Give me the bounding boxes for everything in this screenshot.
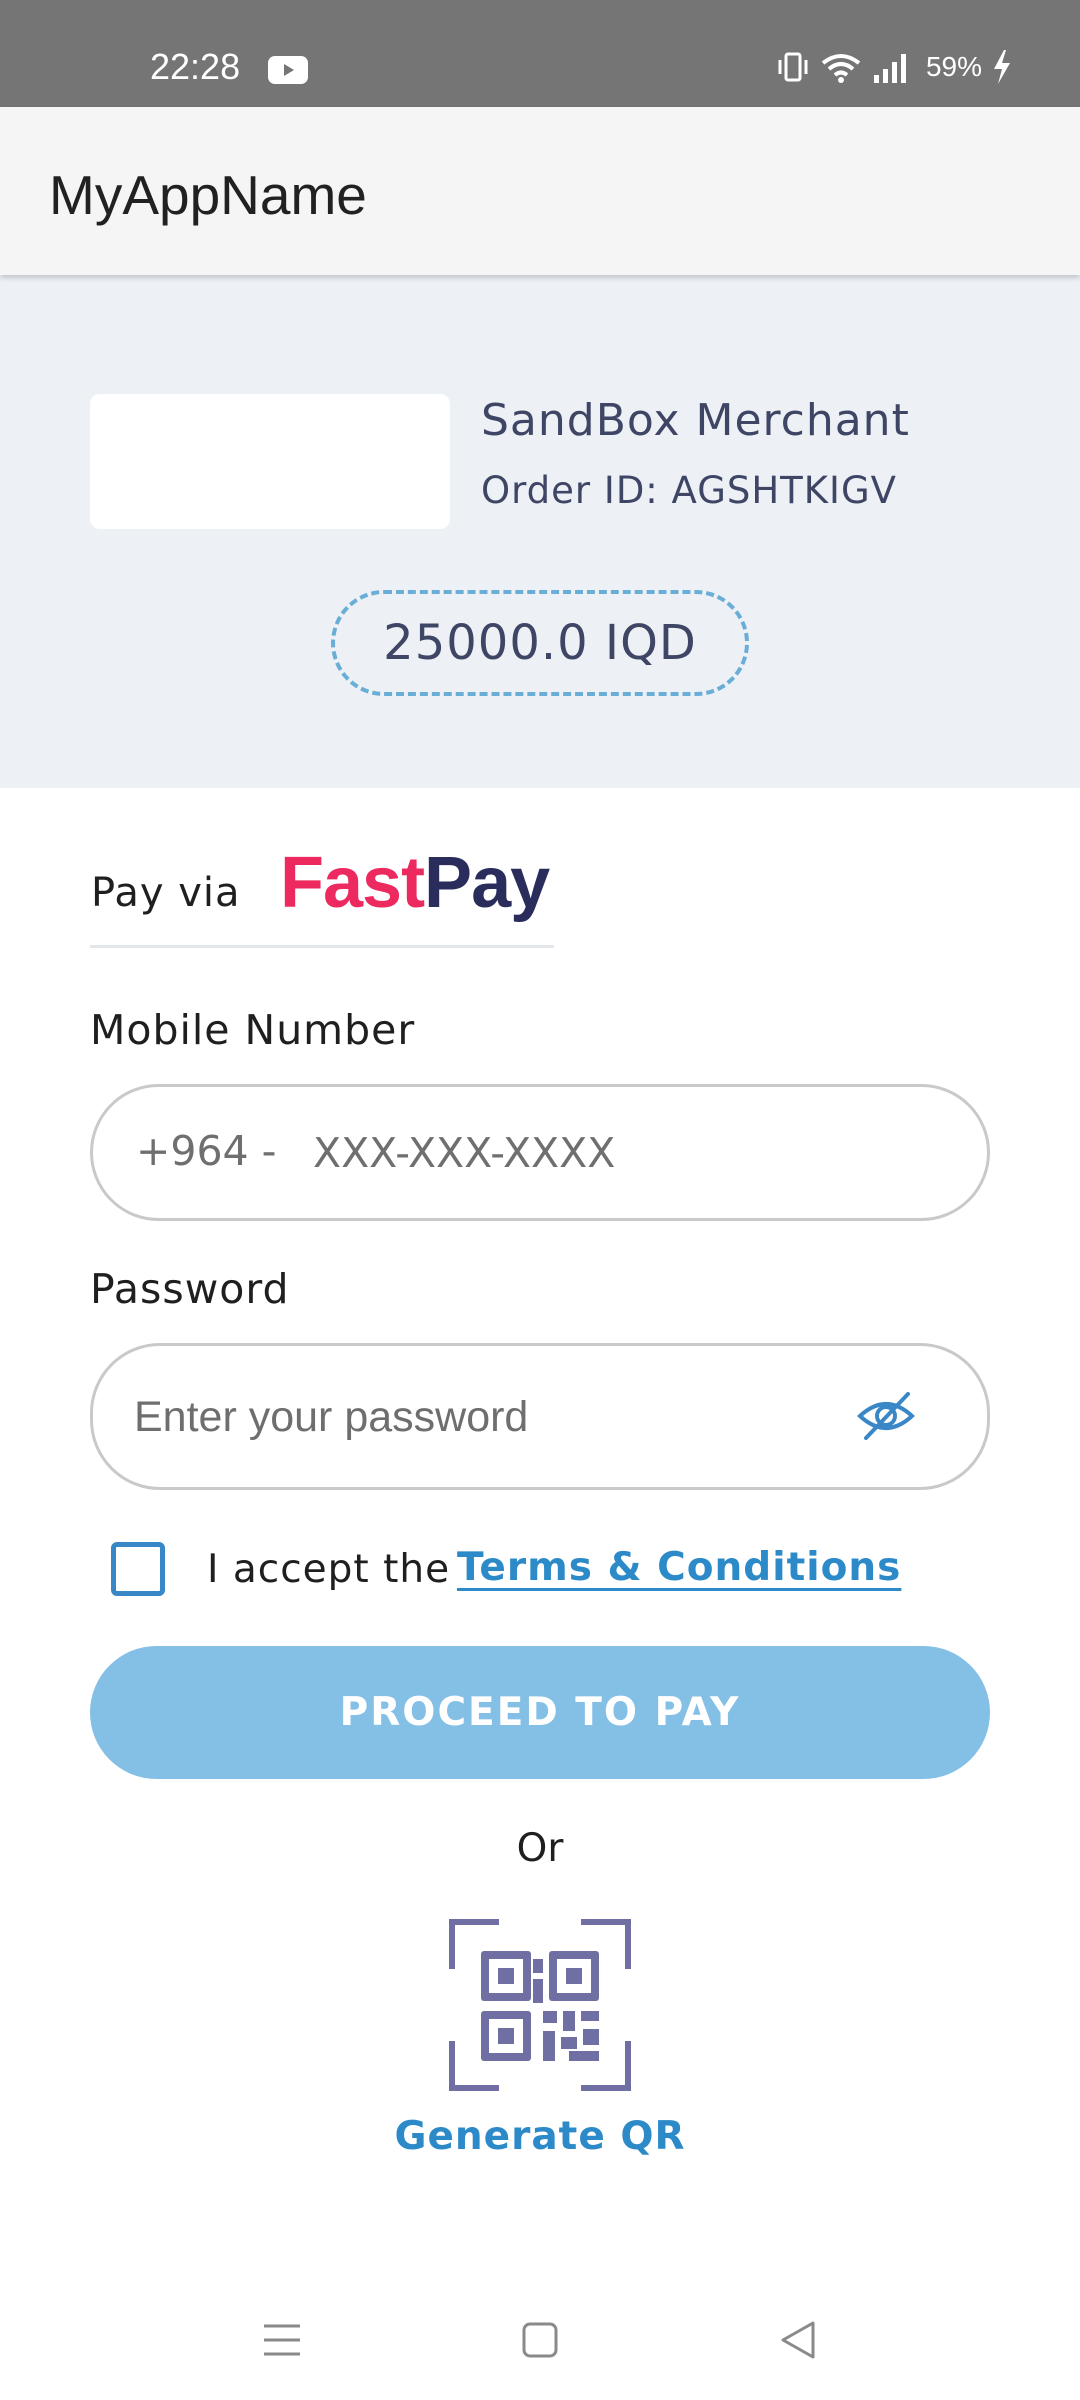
vibrate-icon [778,52,808,82]
amount-value: 25000.0 IQD [383,615,697,671]
battery-percent: 59% [925,51,982,82]
accept-text: I accept the [207,1547,451,1592]
fastpay-logo: FastPay [280,842,550,924]
mobile-number-label: Mobile Number [90,1006,416,1054]
merchant-name: SandBox Merchant [481,395,910,446]
generate-qr-link[interactable]: Generate QR [0,2114,1080,2159]
mobile-number-input[interactable] [313,1115,913,1191]
wifi-icon [821,54,861,83]
app-title: MyAppName [49,164,367,226]
status-icons: 59% [776,50,1012,84]
password-label: Password [90,1265,290,1313]
navigation-bar [0,2290,1080,2400]
home-button[interactable] [508,2310,572,2370]
back-icon [781,2321,815,2359]
status-time: 22:28 [150,46,241,87]
eye-off-icon[interactable] [856,1388,916,1444]
merchant-logo [90,394,450,529]
pay-via-row: Pay via FastPay [90,843,554,948]
order-id: Order ID: AGSHTKIGV [481,469,897,512]
mobile-number-field[interactable]: +964 - [90,1084,990,1221]
home-icon [522,2322,558,2358]
app-bar: MyAppName [0,107,1080,275]
password-field[interactable] [90,1343,990,1490]
menu-icon [264,2324,300,2356]
password-input[interactable] [134,1382,854,1452]
signal-icon [873,54,906,83]
recents-button[interactable] [250,2310,314,2370]
qr-code-icon[interactable] [449,1919,631,2091]
amount-badge: 25000.0 IQD [331,590,749,696]
terms-conditions-link[interactable]: Terms & Conditions [457,1545,901,1590]
payment-screen: 22:28 59% MyAppName SandBox Merchant Ord… [0,0,1080,2400]
merchant-panel: SandBox Merchant Order ID: AGSHTKIGV 250… [0,275,1080,788]
country-code-prefix: +964 - [136,1127,277,1175]
or-divider-text: Or [516,1826,564,1871]
charging-icon [994,50,1010,84]
youtube-icon [268,56,308,84]
proceed-to-pay-button[interactable]: PROCEED TO PAY [90,1646,990,1779]
brand-pay-text: Pay [424,843,550,923]
brand-fast-text: Fast [280,843,425,923]
pay-via-label: Pay via [91,870,241,916]
back-button[interactable] [766,2310,830,2370]
terms-checkbox[interactable] [111,1542,165,1596]
status-bar: 22:28 59% [0,0,1080,107]
